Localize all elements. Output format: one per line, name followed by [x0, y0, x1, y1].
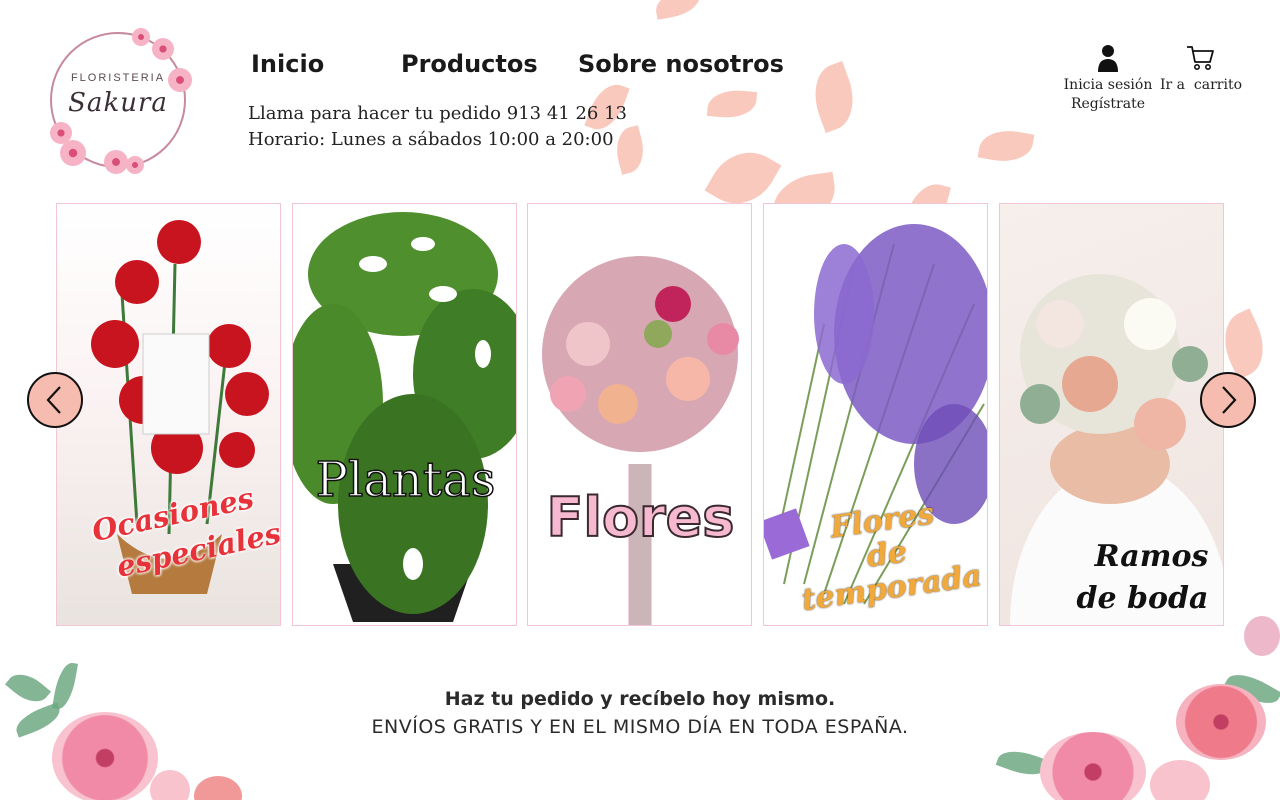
- promo-headline: Haz tu pedido y recíbelo hoy mismo.: [444, 688, 836, 710]
- logo-flower-icon: [132, 28, 150, 46]
- phone-info: Llama para hacer tu pedido 913 41 26 13: [248, 103, 627, 124]
- cart-icon: [1187, 46, 1214, 70]
- logo-flower-icon: [104, 150, 128, 174]
- logo-flower-icon: [60, 140, 86, 166]
- bouquet-illustration: [542, 256, 739, 625]
- card-ocasiones-especiales[interactable]: Ocasiones especiales: [56, 203, 281, 626]
- decorative-petal: [653, 0, 703, 20]
- card-title: Plantas: [315, 451, 496, 509]
- decorative-flower: [1040, 732, 1146, 800]
- card-title: Ramos de boda: [1060, 536, 1223, 620]
- account-link[interactable]: Inicia sesión Regístrate: [1062, 44, 1154, 114]
- monstera-illustration: [293, 212, 516, 622]
- card-flores[interactable]: Flores: [527, 203, 752, 626]
- decorative-flower: [150, 770, 190, 800]
- logo-script-text: Sakura: [68, 88, 168, 118]
- chevron-left-icon: [46, 386, 61, 414]
- decorative-petal: [706, 87, 758, 121]
- carousel-next-button[interactable]: [1200, 372, 1256, 428]
- card-plantas[interactable]: Plantas: [292, 203, 517, 626]
- cart-link[interactable]: Ir a carrito: [1160, 44, 1242, 95]
- decorative-flower: [1150, 760, 1210, 800]
- card-flores-temporada[interactable]: Flores de temporada: [763, 203, 988, 626]
- decorative-petal: [977, 125, 1035, 167]
- logo-flower-icon: [126, 156, 144, 174]
- nav-productos[interactable]: Productos: [401, 50, 538, 78]
- decorative-flower: [1244, 616, 1280, 656]
- card-title: Flores: [546, 485, 736, 550]
- register-label[interactable]: Regístrate: [1062, 95, 1154, 114]
- logo-flower-icon: [152, 38, 174, 60]
- carousel-prev-button[interactable]: [27, 372, 83, 428]
- logo-top-text: FLORISTERIA: [70, 72, 166, 84]
- card-ramos-boda[interactable]: Ramos de boda: [999, 203, 1224, 626]
- promo-subline: ENVÍOS GRATIS Y EN EL MISMO DÍA EN TODA …: [371, 716, 909, 738]
- login-label[interactable]: Inicia sesión: [1062, 76, 1154, 95]
- decorative-petal: [804, 61, 864, 133]
- hours-info: Horario: Lunes a sábados 10:00 a 20:00: [248, 129, 614, 150]
- logo[interactable]: FLORISTERIA Sakura: [40, 22, 196, 178]
- card-title-line: de boda: [1076, 581, 1209, 616]
- nav-inicio[interactable]: Inicio: [251, 50, 324, 78]
- decorative-petal: [610, 125, 650, 175]
- card-title-line: Ramos: [1094, 539, 1209, 574]
- chevron-right-icon: [1222, 386, 1237, 414]
- cart-label[interactable]: Ir a carrito: [1160, 76, 1242, 95]
- nav-sobre-nosotros[interactable]: Sobre nosotros: [578, 50, 784, 78]
- user-icon: [1098, 45, 1118, 72]
- decorative-flower: [194, 776, 242, 800]
